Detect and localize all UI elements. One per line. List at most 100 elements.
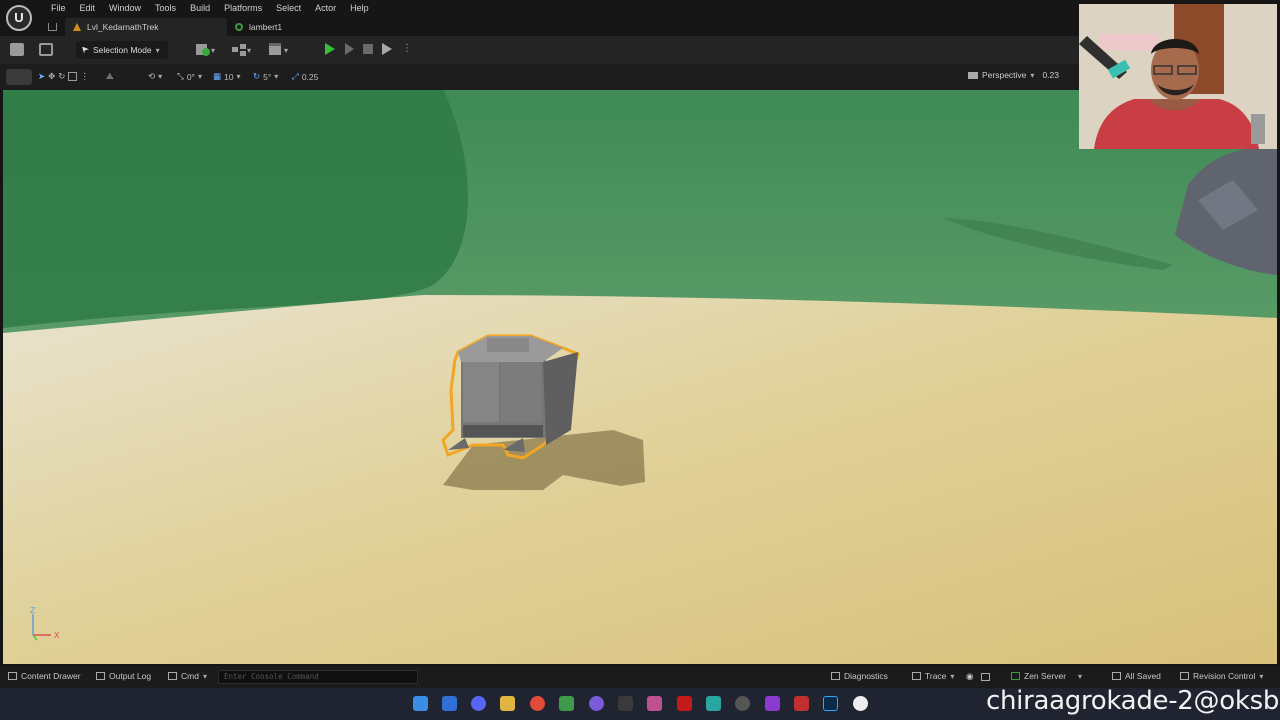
- sheets-icon[interactable]: [559, 696, 574, 711]
- cinematics-icon[interactable]: ▾: [269, 43, 293, 56]
- menu-help[interactable]: Help: [343, 2, 376, 14]
- eject-icon[interactable]: [382, 43, 392, 55]
- selection-mode-label: Selection Mode: [93, 45, 152, 55]
- content-drawer-label: Content Drawer: [21, 671, 81, 681]
- globe-icon: ⟲: [148, 71, 156, 81]
- level-icon: [73, 23, 81, 31]
- rotation-snap-icon: ⤡: [177, 71, 184, 81]
- menu-build[interactable]: Build: [183, 2, 217, 14]
- world-local-toggle[interactable]: ⟲ ▾: [148, 71, 162, 82]
- cmd-dropdown[interactable]: Cmd ▾: [168, 671, 207, 681]
- viewport-scene: Z X: [3, 90, 1277, 664]
- github-icon[interactable]: [589, 696, 604, 711]
- visual-studio-icon[interactable]: [765, 696, 780, 711]
- outlook-icon[interactable]: [442, 696, 457, 711]
- menu-file[interactable]: File: [44, 2, 73, 14]
- view-mode-label: Perspective: [982, 70, 1027, 80]
- menu-tools[interactable]: Tools: [148, 2, 183, 14]
- console-command-input[interactable]: Enter Console Command: [218, 670, 418, 684]
- menu-platforms[interactable]: Platforms: [217, 2, 269, 14]
- status-bar: Content Drawer Output Log Cmd ▾ Enter Co…: [0, 666, 1280, 688]
- unreal-taskbar-icon[interactable]: [853, 696, 868, 711]
- menu-window[interactable]: Window: [102, 2, 148, 14]
- output-log-label: Output Log: [109, 671, 152, 681]
- home-tab[interactable]: [44, 18, 65, 36]
- rotation-snap-dropdown[interactable]: ⤡ 0° ▾: [177, 71, 202, 82]
- menu-select[interactable]: Select: [269, 2, 308, 14]
- maya-icon[interactable]: [706, 696, 721, 711]
- content-drawer-button[interactable]: Content Drawer: [8, 671, 81, 681]
- webcam-image: [1079, 4, 1277, 149]
- scale-snap-icon: ⤢: [292, 71, 299, 81]
- transform-tools: ➤ ✥ ↻ ⋮: [38, 71, 89, 82]
- record-icon[interactable]: ◉: [966, 671, 973, 682]
- grid-snap-dropdown[interactable]: ▦ 10 ▾: [213, 71, 241, 82]
- zen-server-dropdown[interactable]: Zen Server ▾: [1011, 671, 1082, 681]
- output-log-button[interactable]: Output Log: [96, 671, 151, 681]
- netflix-icon[interactable]: [677, 696, 692, 711]
- discord-icon[interactable]: [471, 696, 486, 711]
- quick-add-icon[interactable]: ▾: [232, 43, 254, 56]
- play-icon[interactable]: [325, 43, 335, 55]
- level-viewport[interactable]: Z X: [3, 90, 1277, 664]
- unreal-logo-icon[interactable]: U: [6, 5, 32, 31]
- chrome-icon[interactable]: [530, 696, 545, 711]
- menu-edit[interactable]: Edit: [73, 2, 103, 14]
- tab-material[interactable]: lambert1: [227, 18, 290, 36]
- svg-text:▾: ▾: [284, 46, 288, 55]
- scale-icon[interactable]: [68, 72, 78, 81]
- start-icon[interactable]: [413, 696, 428, 711]
- add-actor-icon[interactable]: ▾: [196, 43, 216, 56]
- hill-shadow: [3, 90, 468, 328]
- terminal-app-icon[interactable]: [618, 696, 633, 711]
- blueprint-icon[interactable]: [39, 43, 53, 56]
- angle-snap-dropdown[interactable]: ↻ 5° ▾: [253, 71, 278, 82]
- menu-actor[interactable]: Actor: [308, 2, 343, 14]
- perspective-dropdown[interactable]: Perspective ▾ 0.23: [968, 70, 1059, 80]
- photoshop-icon[interactable]: [823, 696, 838, 711]
- file-explorer-icon[interactable]: [500, 696, 515, 711]
- viewport-toolbar: ➤ ✥ ↻ ⋮ ⟁ ⟲ ▾ ⤡ 0° ▾ ▦ 10 ▾ ↻ 5° ▾ ⤢ 0.25…: [0, 64, 1080, 90]
- log-icon: [96, 672, 105, 680]
- save-icon[interactable]: [10, 43, 24, 56]
- step-icon[interactable]: [345, 43, 354, 55]
- rotate-icon[interactable]: ↻: [58, 71, 65, 82]
- obs-icon[interactable]: [735, 696, 750, 711]
- camera-speed-value: 0.23: [1042, 70, 1059, 80]
- cmd-label: Cmd: [181, 671, 199, 681]
- all-saved-button[interactable]: All Saved: [1112, 671, 1161, 681]
- record-buttons: ◉: [966, 671, 991, 682]
- diagnostics-button[interactable]: Diagnostics: [831, 671, 888, 681]
- main-menu: File Edit Window Tools Build Platforms S…: [44, 2, 376, 14]
- more-tools-icon[interactable]: ⋮: [80, 71, 89, 82]
- revision-control-label: Revision Control: [1193, 671, 1256, 681]
- home-icon: [48, 23, 57, 31]
- tab-level-label: Lvl_KedarnathTrek: [87, 22, 159, 32]
- rotation-snap-value: 0°: [186, 71, 195, 82]
- tab-level[interactable]: Lvl_KedarnathTrek: [65, 18, 227, 36]
- username-overlay: chiraagrokade-2@oksbi: [986, 686, 1280, 716]
- select-tool-button[interactable]: [6, 69, 32, 85]
- server-icon: [1011, 672, 1020, 680]
- scale-snap-dropdown[interactable]: ⤢ 0.25: [292, 71, 318, 82]
- main-toolbar: Selection Mode ▾ ▾ ▾ ▾ ⋮: [0, 36, 1080, 64]
- davinci-icon[interactable]: [794, 696, 809, 711]
- folder-icon: [8, 672, 17, 680]
- select-arrow-icon[interactable]: ➤: [38, 71, 45, 82]
- selection-mode-dropdown[interactable]: Selection Mode ▾: [76, 41, 168, 59]
- revision-icon: [1180, 672, 1189, 680]
- scale-snap-value: 0.25: [301, 71, 319, 82]
- stop-icon[interactable]: [363, 44, 373, 54]
- trace-dropdown[interactable]: Trace ▾: [912, 671, 954, 681]
- screenshot-icon[interactable]: [981, 672, 991, 681]
- angle-snap-icon: ↻: [253, 71, 261, 81]
- app-icon[interactable]: [647, 696, 662, 711]
- move-icon[interactable]: ✥: [48, 71, 55, 82]
- editor-tabs: Lvl_KedarnathTrek lambert1: [44, 18, 290, 36]
- revision-control-dropdown[interactable]: Revision Control ▾: [1180, 671, 1263, 681]
- axis-x-label: X: [54, 631, 60, 640]
- more-options-icon[interactable]: ⋮: [402, 44, 412, 54]
- surface-snap-icon[interactable]: ⟁: [106, 71, 114, 82]
- webcam-overlay: [1079, 4, 1277, 149]
- svg-text:▾: ▾: [211, 46, 215, 55]
